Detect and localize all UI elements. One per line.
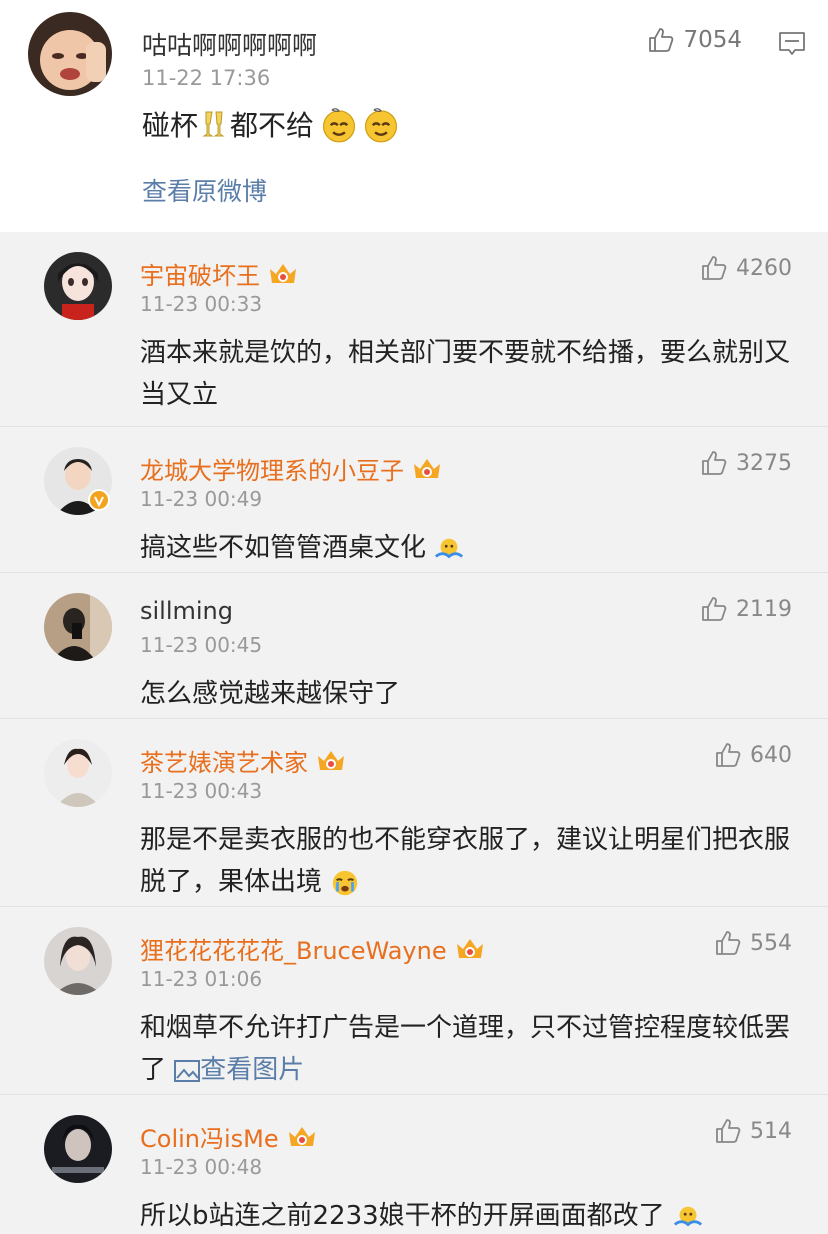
shrug-icon: [435, 538, 464, 558]
thumbs-up-icon: [716, 1119, 741, 1143]
comment-item: sillming 11-23 00:45 怎么感觉越来越保守了 2119: [0, 572, 828, 718]
image-icon: [174, 1059, 201, 1082]
commenter-name[interactable]: 宇宙破坏王: [140, 256, 298, 291]
thumbs-up-icon: [702, 451, 727, 475]
post-username[interactable]: 咕咕啊啊啊啊啊: [142, 26, 317, 62]
like-count: 3275: [736, 450, 792, 476]
thumbs-up-icon: [716, 743, 741, 767]
avatar[interactable]: [28, 12, 112, 96]
cheers-icon: [202, 111, 225, 137]
comment-text: 所以b站连之前2233娘干杯的开屏画面都改了: [140, 1195, 790, 1234]
vip-crown-icon: [318, 750, 344, 770]
commenter-name[interactable]: sillming: [140, 597, 233, 625]
comment-time: 11-23 01:06: [140, 967, 263, 991]
comment-text: 搞这些不如管管酒桌文化: [140, 527, 790, 569]
avatar[interactable]: [44, 739, 112, 807]
like-count: 514: [750, 1118, 792, 1144]
view-original-link[interactable]: 查看原微博: [142, 172, 267, 208]
comment-time: 11-23 00:48: [140, 1155, 263, 1179]
like-count: 640: [750, 742, 792, 768]
commenter-name-text: 茶艺婊演艺术家: [140, 749, 308, 777]
comment-text: 那是不是卖衣服的也不能穿衣服了，建议让明星们把衣服脱了，果体出境: [140, 819, 790, 903]
post-like-button[interactable]: 7054: [647, 26, 742, 54]
shrug-icon: [673, 1206, 702, 1226]
comment-text: 酒本来就是饮的，相关部门要不要就不给播，要么就别又当又立: [140, 338, 791, 410]
like-count: 554: [750, 930, 792, 956]
like-button[interactable]: 2119: [700, 595, 792, 623]
like-button[interactable]: 3275: [700, 449, 792, 477]
comment-list: 宇宙破坏王 11-23 00:33 酒本来就是饮的，相关部门要不要就不给播，要么…: [0, 232, 828, 1234]
commenter-name[interactable]: 茶艺婊演艺术家: [140, 743, 346, 778]
commenter-name[interactable]: 龙城大学物理系的小豆子: [140, 451, 442, 486]
crying-face-icon: [333, 870, 358, 895]
commenter-name-text: 龙城大学物理系的小豆子: [140, 457, 404, 485]
comment-item: 龙城大学物理系的小豆子 11-23 00:49 搞这些不如管管酒桌文化 3275: [0, 426, 828, 572]
commenter-name-text: Colin冯isMe: [140, 1125, 279, 1153]
post-text-part2: 都不给: [230, 109, 315, 142]
post-text-part1: 碰杯: [142, 109, 199, 142]
post-like-count: 7054: [683, 27, 742, 53]
post-timestamp: 11-22 17:36: [142, 66, 271, 90]
comment-text: 和烟草不允许打广告是一个道理，只不过管控程度较低罢了 查看图片: [140, 1007, 790, 1091]
like-count: 2119: [736, 596, 792, 622]
view-image-label: 查看图片: [200, 1055, 305, 1085]
comment-icon[interactable]: [778, 30, 806, 58]
comment-text-content: 搞这些不如管管酒桌文化: [140, 533, 427, 563]
like-button[interactable]: 514: [714, 1117, 792, 1145]
comment-time: 11-23 00:49: [140, 487, 263, 511]
like-button[interactable]: 640: [714, 741, 792, 769]
commenter-name-text: 宇宙破坏王: [140, 262, 260, 290]
comment-text-content: 所以b站连之前2233娘干杯的开屏画面都改了: [140, 1201, 665, 1231]
thumbs-up-icon: [716, 931, 741, 955]
comment-item: 宇宙破坏王 11-23 00:33 酒本来就是饮的，相关部门要不要就不给播，要么…: [0, 232, 828, 426]
comment-time: 11-23 00:45: [140, 633, 263, 657]
commenter-name[interactable]: Colin冯isMe: [140, 1119, 317, 1154]
commenter-name-text: sillming: [140, 597, 233, 625]
thumbs-up-icon: [649, 28, 674, 52]
thumbs-up-icon: [702, 597, 727, 621]
thumbs-up-icon: [702, 256, 727, 280]
vip-crown-icon: [288, 1126, 315, 1146]
dizzy-face-icon: [365, 108, 398, 143]
avatar[interactable]: [44, 252, 112, 320]
like-button[interactable]: 4260: [700, 254, 792, 282]
comment-item: 狸花花花花花_BruceWayne 11-23 01:06 和烟草不允许打广告是…: [0, 906, 828, 1094]
commenter-name[interactable]: 狸花花花花花_BruceWayne: [140, 931, 485, 966]
avatar[interactable]: [44, 1115, 112, 1183]
post-content: 碰杯 都不给: [142, 104, 400, 144]
comment-text: 怎么感觉越来越保守了: [140, 679, 401, 709]
avatar[interactable]: [44, 927, 112, 995]
main-post: 咕咕啊啊啊啊啊 11-22 17:36 碰杯 都不给 查看原微博 7054: [0, 0, 828, 232]
vip-crown-icon: [270, 263, 296, 283]
like-button[interactable]: 554: [714, 929, 792, 957]
comment-time: 11-23 00:33: [140, 292, 263, 316]
avatar[interactable]: [44, 593, 112, 661]
comment-text-content: 那是不是卖衣服的也不能穿衣服了，建议让明星们把衣服脱了，果体出境: [140, 825, 791, 897]
like-count: 4260: [736, 255, 792, 281]
verified-badge-icon: [88, 489, 110, 511]
comment-item: 茶艺婊演艺术家 11-23 00:43 那是不是卖衣服的也不能穿衣服了，建议让明…: [0, 718, 828, 906]
commenter-name-text: 狸花花花花花_BruceWayne: [140, 937, 447, 965]
vip-crown-icon: [456, 938, 483, 958]
view-image-link[interactable]: 查看图片: [174, 1055, 304, 1085]
vip-crown-icon: [414, 458, 440, 478]
dizzy-face-icon: [323, 108, 356, 143]
comment-item: Colin冯isMe 11-23 00:48 所以b站连之前2233娘干杯的开屏…: [0, 1094, 828, 1234]
comment-time: 11-23 00:43: [140, 779, 263, 803]
